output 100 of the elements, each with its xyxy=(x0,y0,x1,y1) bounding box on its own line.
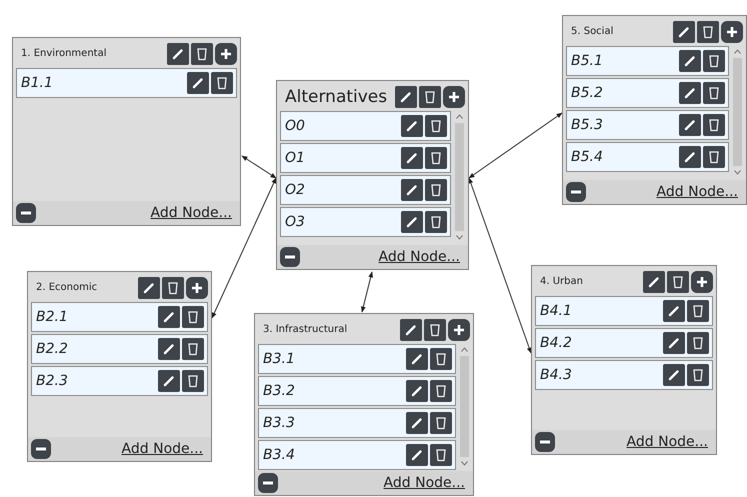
node-row[interactable]: B5.3 xyxy=(566,110,729,140)
edit-button[interactable] xyxy=(401,115,423,137)
delete-button[interactable] xyxy=(430,380,452,402)
pencil-icon xyxy=(405,324,417,336)
node-row[interactable]: O2 xyxy=(280,175,451,205)
delete-button[interactable] xyxy=(430,444,452,466)
node-row[interactable]: B2.1 xyxy=(31,302,208,332)
add-button[interactable] xyxy=(443,86,465,108)
add-button[interactable] xyxy=(691,270,713,292)
delete-button[interactable] xyxy=(687,300,709,322)
delete-button[interactable] xyxy=(211,72,233,94)
edit-button[interactable] xyxy=(663,332,685,354)
delete-button[interactable] xyxy=(703,50,725,72)
remove-button[interactable] xyxy=(258,473,278,493)
edit-button[interactable] xyxy=(401,179,423,201)
pencil-icon xyxy=(411,449,423,461)
edit-button[interactable] xyxy=(158,338,180,360)
pencil-icon xyxy=(684,87,696,99)
delete-button[interactable] xyxy=(703,146,725,168)
edit-button[interactable] xyxy=(401,211,423,233)
node-row[interactable]: O3 xyxy=(280,207,451,237)
edit-button[interactable] xyxy=(395,86,417,108)
node-row[interactable]: B4.3 xyxy=(535,360,713,390)
node-row[interactable]: B4.2 xyxy=(535,328,713,358)
node-row[interactable]: B3.4 xyxy=(258,440,456,470)
delete-button[interactable] xyxy=(424,318,446,340)
trash-icon xyxy=(708,118,720,132)
delete-button[interactable] xyxy=(425,147,447,169)
panel-title: 5. Social xyxy=(571,26,614,37)
plus-icon xyxy=(726,26,738,38)
edit-button[interactable] xyxy=(679,50,701,72)
node-row[interactable]: B5.4 xyxy=(566,142,729,172)
add-button[interactable] xyxy=(186,276,208,298)
node-row[interactable]: B4.1 xyxy=(535,296,713,326)
edit-button[interactable] xyxy=(679,82,701,104)
node-row[interactable]: B2.2 xyxy=(31,334,208,364)
delete-button[interactable] xyxy=(703,82,725,104)
delete-button[interactable] xyxy=(425,211,447,233)
trash-icon xyxy=(435,416,447,430)
node-row[interactable]: B5.2 xyxy=(566,78,729,108)
remove-button[interactable] xyxy=(535,432,555,452)
node-label: B4.3 xyxy=(540,367,573,383)
remove-button[interactable] xyxy=(566,182,586,202)
delete-button[interactable] xyxy=(419,86,441,108)
node-row[interactable]: O1 xyxy=(280,143,451,173)
edit-button[interactable] xyxy=(158,370,180,392)
delete-button[interactable] xyxy=(703,114,725,136)
delete-button[interactable] xyxy=(162,276,184,298)
trash-icon xyxy=(216,76,228,90)
edit-button[interactable] xyxy=(643,270,665,292)
trash-icon xyxy=(187,310,199,324)
edit-button[interactable] xyxy=(406,412,428,434)
node-row[interactable]: B3.1 xyxy=(258,344,456,374)
node-row[interactable]: B3.2 xyxy=(258,376,456,406)
delete-button[interactable] xyxy=(182,306,204,328)
edit-button[interactable] xyxy=(673,20,695,42)
node-label: B4.2 xyxy=(540,335,573,351)
delete-button[interactable] xyxy=(191,42,213,64)
delete-button[interactable] xyxy=(687,332,709,354)
add-button[interactable] xyxy=(448,318,470,340)
scroll-down-icon xyxy=(456,235,462,240)
node-row[interactable]: B3.3 xyxy=(258,408,456,438)
delete-button[interactable] xyxy=(430,412,452,434)
remove-button[interactable] xyxy=(16,203,36,223)
node-row[interactable]: B1.1 xyxy=(16,68,237,98)
delete-button[interactable] xyxy=(425,115,447,137)
node-row[interactable]: B5.1 xyxy=(566,46,729,76)
add-button[interactable] xyxy=(721,20,743,42)
remove-button[interactable] xyxy=(280,247,300,267)
edit-button[interactable] xyxy=(401,147,423,169)
edit-button[interactable] xyxy=(167,42,189,64)
edit-button[interactable] xyxy=(406,380,428,402)
delete-button[interactable] xyxy=(425,179,447,201)
edit-button[interactable] xyxy=(679,146,701,168)
edit-button[interactable] xyxy=(679,114,701,136)
delete-button[interactable] xyxy=(182,370,204,392)
edit-button[interactable] xyxy=(400,318,422,340)
panel-title: 1. Environmental xyxy=(21,48,106,59)
scroll-up-icon xyxy=(734,49,740,54)
trash-icon xyxy=(708,150,720,164)
edit-button[interactable] xyxy=(406,348,428,370)
node-label: B5.2 xyxy=(571,85,604,101)
edit-button[interactable] xyxy=(187,72,209,94)
delete-button[interactable] xyxy=(667,270,689,292)
minus-icon xyxy=(20,211,32,215)
node-label: O2 xyxy=(285,182,306,198)
edit-button[interactable] xyxy=(663,300,685,322)
trash-icon xyxy=(672,274,684,288)
delete-button[interactable] xyxy=(687,364,709,386)
delete-button[interactable] xyxy=(697,20,719,42)
add-button[interactable] xyxy=(215,42,237,64)
edit-button[interactable] xyxy=(406,444,428,466)
edit-button[interactable] xyxy=(158,306,180,328)
edit-button[interactable] xyxy=(138,276,160,298)
node-row[interactable]: B2.3 xyxy=(31,366,208,396)
delete-button[interactable] xyxy=(430,348,452,370)
delete-button[interactable] xyxy=(182,338,204,360)
edit-button[interactable] xyxy=(663,364,685,386)
node-row[interactable]: O0 xyxy=(280,111,451,141)
remove-button[interactable] xyxy=(31,439,51,459)
